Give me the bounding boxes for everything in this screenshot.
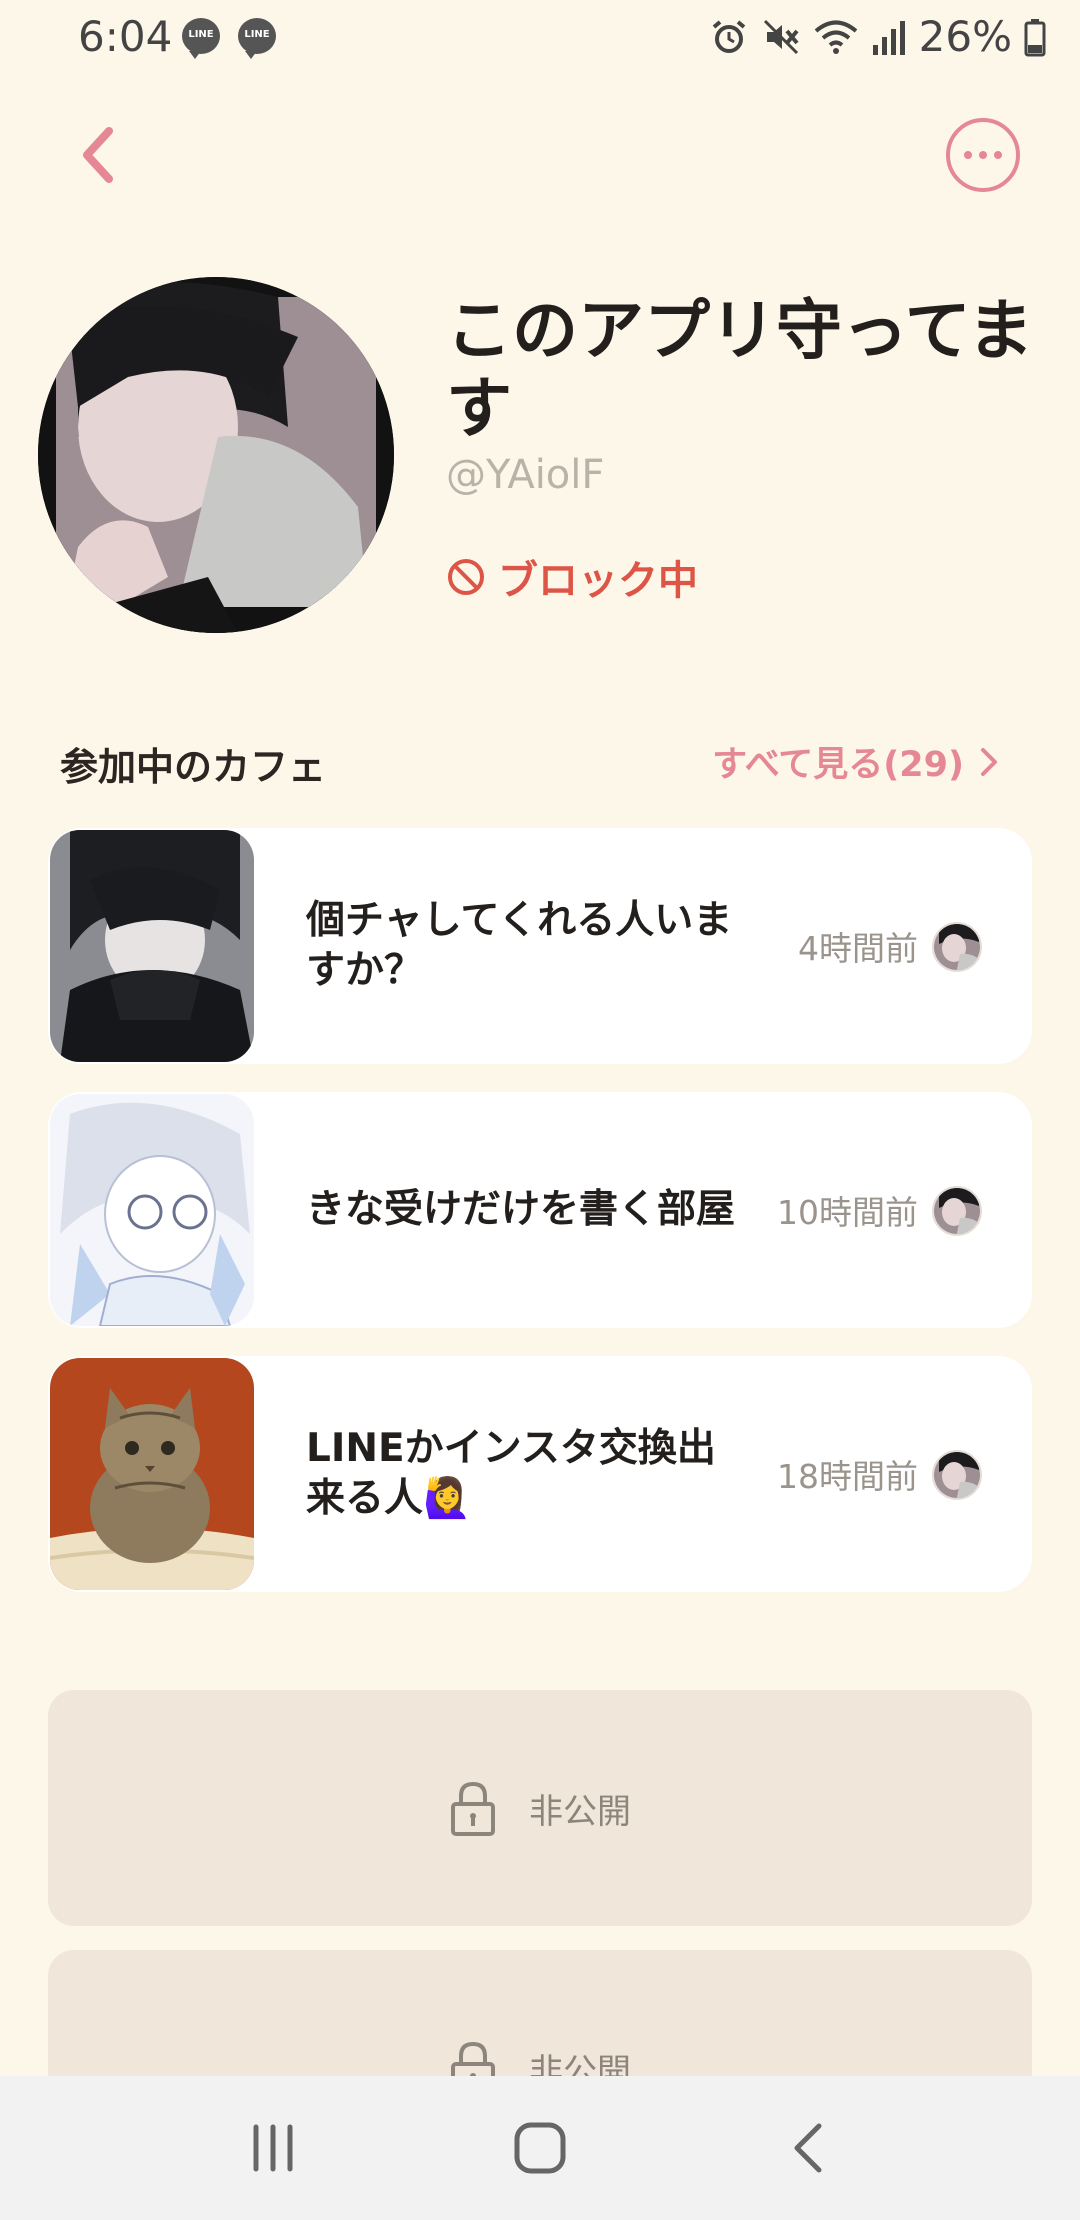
- home-button[interactable]: [490, 2098, 590, 2198]
- member-avatar: [932, 1450, 982, 1500]
- signal-icon: [871, 17, 907, 57]
- chevron-left-icon: [83, 127, 113, 183]
- cafe-last-activity: 4時間前: [798, 929, 918, 968]
- battery-level: 26%: [918, 12, 1012, 61]
- recent-apps-icon: [253, 2124, 293, 2172]
- private-label: 非公開: [529, 1791, 631, 1832]
- see-all-link[interactable]: すべて見る(29): [712, 736, 1000, 787]
- more-button[interactable]: [946, 118, 1020, 192]
- line-notification-icon: LINE: [182, 18, 220, 59]
- battery-icon: [1024, 17, 1046, 57]
- cafe-item[interactable]: きな受けだけを書く部屋 10時間前: [48, 1092, 1032, 1328]
- status-bar: 6:04 LINE LINE 26%: [0, 0, 1080, 76]
- cafe-thumbnail: [50, 830, 254, 1062]
- cafe-title: きな受けだけを書く部屋: [306, 1187, 736, 1232]
- lock-icon: [451, 1781, 495, 1836]
- cafe-title: 個チャしてくれる人いますか？: [306, 898, 733, 993]
- cafe-title: LINEかインスタ交換出来る人🙋‍♀️: [306, 1426, 716, 1521]
- status-icons: 26%: [709, 12, 1046, 61]
- home-icon: [514, 2122, 566, 2174]
- see-all-label: すべて見る(29): [712, 745, 964, 785]
- member-avatar: [932, 922, 982, 972]
- profile-page: 6:04 LINE LINE 26% このアプリ守ってます @YAiolF ブロ…: [0, 0, 1080, 2220]
- back-icon: [794, 2123, 822, 2173]
- member-avatar: [932, 1186, 982, 1236]
- wifi-icon: [813, 17, 859, 57]
- chevron-right-icon: [981, 747, 997, 776]
- cafe-last-activity: 10時間前: [777, 1193, 918, 1232]
- block-status[interactable]: ブロック中: [446, 548, 698, 606]
- avatar-illustration: [38, 277, 394, 633]
- status-time: 6:04: [78, 12, 173, 61]
- system-nav-bar: [0, 2076, 1080, 2220]
- alarm-icon: [709, 17, 749, 57]
- profile-handle: @YAiolF: [446, 452, 605, 498]
- cafe-item[interactable]: LINEかインスタ交換出来る人🙋‍♀️ 18時間前: [48, 1356, 1032, 1592]
- nav-back-button[interactable]: [757, 2098, 857, 2198]
- profile-name: このアプリ守ってます: [446, 292, 1034, 447]
- block-icon: [448, 559, 484, 595]
- block-status-label: ブロック中: [498, 558, 698, 604]
- more-horizontal-icon: [964, 151, 972, 159]
- back-button[interactable]: [62, 120, 132, 190]
- private-cafe-item: 非公開: [48, 1690, 1032, 1926]
- mute-icon: [761, 17, 801, 57]
- cafes-section-title: 参加中のカフェ: [60, 745, 327, 789]
- cafe-item[interactable]: 個チャしてくれる人いますか？ 4時間前: [48, 828, 1032, 1064]
- line-notification-icon: LINE: [238, 18, 276, 59]
- cafe-thumbnail: [50, 1094, 254, 1326]
- cafe-thumbnail: [50, 1358, 254, 1590]
- profile-avatar[interactable]: [38, 277, 394, 633]
- cafe-last-activity: 18時間前: [777, 1457, 918, 1496]
- recent-apps-button[interactable]: [223, 2098, 323, 2198]
